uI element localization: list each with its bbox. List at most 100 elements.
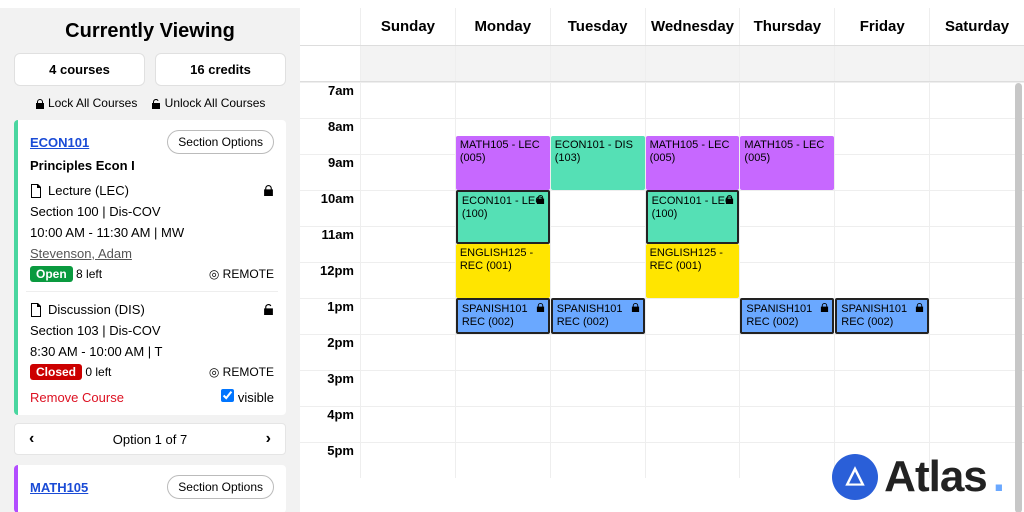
day-col-sat (929, 82, 1024, 478)
main-layout: Currently Viewing 4 courses 16 credits L… (0, 8, 1024, 512)
divider (26, 291, 278, 292)
section-options-button[interactable]: Section Options (167, 130, 274, 154)
unlock-all-button[interactable]: Unlock All Courses (151, 96, 265, 110)
lock-all-label: Lock All Courses (48, 96, 137, 110)
status-group: Open 8 left (30, 267, 102, 281)
component-discussion: Discussion (DIS) (30, 302, 274, 317)
card-header: MATH105 Section Options (30, 475, 274, 499)
event-span-rec[interactable]: SPANISH101 REC (002) (456, 298, 550, 334)
event-label: ECON101 - LEC (100) (462, 195, 543, 220)
section-options-button[interactable]: Section Options (167, 475, 274, 499)
watermark-text: Atlas (884, 452, 987, 502)
time-label: 11am (300, 226, 360, 262)
event-eng-rec[interactable]: ENGLISH125 - REC (001) (456, 244, 550, 298)
event-math-lec[interactable]: MATH105 - LEC (005) (740, 136, 834, 190)
header-spacer (300, 8, 360, 45)
visible-label: visible (238, 390, 274, 405)
status-row: Open 8 left ◎ REMOTE (30, 267, 274, 281)
lock-icon (820, 303, 829, 312)
unlock-icon[interactable] (263, 304, 274, 315)
component-label: Lecture (LEC) (48, 183, 257, 198)
status-row: Closed 0 left ◎ REMOTE (30, 365, 274, 379)
document-icon (30, 184, 42, 198)
time-label: 1pm (300, 298, 360, 334)
course-card-math105: MATH105 Section Options (14, 465, 286, 512)
event-eng-rec[interactable]: ENGLISH125 - REC (001) (646, 244, 740, 298)
component-label: Discussion (DIS) (48, 302, 257, 317)
time-label: 10am (300, 190, 360, 226)
closed-badge: Closed (30, 364, 82, 380)
calendar-body: 7am 8am 9am 10am 11am 12pm 1pm 2pm 3pm 4… (300, 82, 1024, 478)
lock-icon (35, 99, 45, 109)
open-badge: Open (30, 266, 73, 282)
event-label: ENGLISH125 - REC (001) (460, 247, 533, 272)
summary-pills: 4 courses 16 credits (14, 53, 286, 86)
credits-pill[interactable]: 16 credits (155, 53, 286, 86)
status-group: Closed 0 left (30, 365, 111, 379)
courses-pill[interactable]: 4 courses (14, 53, 145, 86)
time-label: 3pm (300, 370, 360, 406)
mode-label: ◎ REMOTE (209, 267, 274, 281)
instructor-link[interactable]: Stevenson, Adam (30, 246, 274, 261)
event-math-lec[interactable]: MATH105 - LEC (005) (646, 136, 740, 190)
event-econ-dis[interactable]: ECON101 - DIS (103) (551, 136, 645, 190)
sidebar-title: Currently Viewing (14, 20, 286, 43)
vertical-scrollbar[interactable] (1015, 83, 1022, 512)
time-label: 8am (300, 118, 360, 154)
card-footer: Remove Course visible (30, 389, 274, 405)
day-header: Saturday (929, 8, 1024, 45)
pager-next-button[interactable]: › (266, 430, 271, 448)
event-span-rec[interactable]: SPANISH101 REC (002) (551, 298, 645, 334)
event-span-rec[interactable]: SPANISH101 REC (002) (835, 298, 929, 334)
card-header: ECON101 Section Options (30, 130, 274, 154)
time-label: 9am (300, 154, 360, 190)
day-header: Tuesday (550, 8, 645, 45)
component-lecture: Lecture (LEC) (30, 183, 274, 198)
lock-all-button[interactable]: Lock All Courses (35, 96, 138, 110)
document-icon (30, 303, 42, 317)
visible-toggle[interactable]: visible (221, 389, 274, 405)
calendar-header: Sunday Monday Tuesday Wednesday Thursday… (300, 8, 1024, 46)
day-header: Thursday (739, 8, 834, 45)
visible-checkbox[interactable] (221, 389, 234, 402)
calendar-allday-row (300, 46, 1024, 82)
seats-left: 8 left (76, 267, 102, 281)
lock-icon (631, 303, 640, 312)
atlas-watermark: Atlas. (832, 452, 1004, 502)
course-link[interactable]: MATH105 (30, 480, 88, 495)
event-label: ECON101 - LEC (100) (652, 195, 733, 220)
event-label: SPANISH101 REC (002) (557, 303, 623, 328)
event-label: MATH105 - LEC (005) (650, 139, 730, 164)
unlock-all-label: Unlock All Courses (165, 96, 266, 110)
lock-icon (725, 195, 734, 204)
event-label: MATH105 - LEC (005) (744, 139, 824, 164)
time-line: 8:30 AM - 10:00 AM | T (30, 344, 274, 359)
time-label: 2pm (300, 334, 360, 370)
lock-icon (915, 303, 924, 312)
event-math-lec[interactable]: MATH105 - LEC (005) (456, 136, 550, 190)
section-line: Section 100 | Dis-COV (30, 204, 274, 219)
watermark-dot: . (993, 452, 1004, 502)
lock-controls: Lock All Courses Unlock All Courses (14, 96, 286, 110)
time-column: 7am 8am 9am 10am 11am 12pm 1pm 2pm 3pm 4… (300, 82, 360, 478)
event-span-rec[interactable]: SPANISH101 REC (002) (740, 298, 834, 334)
event-label: ENGLISH125 - REC (001) (650, 247, 723, 272)
pager-prev-button[interactable]: ‹ (29, 430, 34, 448)
event-econ-lec[interactable]: ECON101 - LEC (100) (456, 190, 550, 244)
event-econ-lec[interactable]: ECON101 - LEC (100) (646, 190, 740, 244)
pager-label: Option 1 of 7 (113, 432, 187, 447)
day-header: Wednesday (645, 8, 740, 45)
day-header: Sunday (360, 8, 455, 45)
time-label: 7am (300, 82, 360, 118)
event-label: SPANISH101 REC (002) (462, 303, 528, 328)
section-line: Section 103 | Dis-COV (30, 323, 274, 338)
lock-icon (536, 195, 545, 204)
lock-icon[interactable] (263, 185, 274, 196)
event-label: MATH105 - LEC (005) (460, 139, 540, 164)
event-label: ECON101 - DIS (103) (555, 139, 633, 164)
course-link[interactable]: ECON101 (30, 135, 89, 150)
sidebar: Currently Viewing 4 courses 16 credits L… (0, 8, 300, 512)
remove-course-button[interactable]: Remove Course (30, 390, 124, 405)
day-col-fri: SPANISH101 REC (002) (834, 82, 929, 478)
course-title: Principles Econ I (30, 158, 274, 173)
